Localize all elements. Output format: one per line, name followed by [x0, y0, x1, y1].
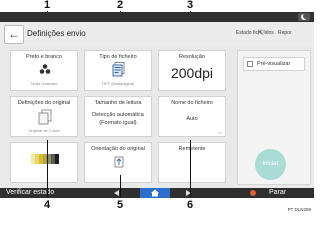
density-tile[interactable] [10, 142, 78, 183]
stop-icon[interactable] [250, 190, 256, 196]
home-button[interactable] [140, 188, 170, 198]
color-mode-tile[interactable]: Preto e branco Texto Desenho [10, 50, 78, 91]
scanned-files-status-link[interactable]: Estado fich. lidos [236, 30, 274, 36]
resolution-value: 200dpi [170, 65, 214, 81]
callout-1: 1 [44, 0, 51, 11]
resolution-label: Resolução [179, 54, 205, 60]
color-mode-sub: Texto Desenho [30, 81, 58, 86]
back-button[interactable]: ← [4, 25, 24, 44]
orientation-tile[interactable]: Orientação do original [84, 142, 152, 183]
file-type-label: Tipo de ficheiro [99, 54, 137, 60]
callout-6: 6 [187, 199, 194, 211]
energy-saver-moon-icon[interactable] [298, 13, 310, 21]
callout-6-line [190, 140, 191, 197]
file-name-tile[interactable]: Nome do ficheiro Auto ••• [158, 96, 226, 137]
original-settings-tile[interactable]: Definições do original Original de 1 fac… [10, 96, 78, 137]
screen-header: ← Definições envio Estado fich. lidos ⇱ … [0, 22, 314, 46]
page-title: Definições envio [27, 29, 86, 38]
original-pages-icon [38, 109, 52, 125]
file-name-value: Auto [186, 116, 198, 122]
back-arrow-icon: ← [8, 27, 20, 41]
top-system-bar [0, 12, 314, 22]
callout-5: 5 [117, 199, 124, 211]
sender-tile[interactable]: Remetente [158, 142, 226, 183]
more-dots-icon: ••• [217, 130, 222, 135]
callout-4: 4 [44, 199, 51, 211]
density-gradient-icon [31, 154, 59, 164]
home-icon [151, 189, 159, 197]
preview-checkbox[interactable] [247, 61, 253, 67]
file-document-icon [112, 62, 125, 77]
scan-size-label: Tamanho de leitura [94, 100, 142, 106]
color-mode-label: Preto e branco [25, 54, 63, 60]
file-name-label: Nome do ficheiro [171, 100, 213, 106]
black-dots-icon [39, 64, 51, 74]
prev-arrow-icon[interactable] [114, 190, 119, 196]
scan-size-tile[interactable]: Tamanho de leitura Detecção automática (… [84, 96, 152, 137]
original-settings-label: Definições do original [17, 100, 71, 106]
sender-label: Remetente [178, 146, 206, 152]
callout-2: 2 [117, 0, 124, 11]
settings-grid: Preto e branco Texto Desenho Tipo de fic… [10, 50, 226, 185]
start-button[interactable]: Iniciar [255, 149, 286, 180]
preview-label: Pré-visualizar [257, 61, 291, 67]
callout-3: 3 [187, 0, 194, 11]
preview-toggle[interactable]: Pré-visualizar [243, 57, 305, 71]
figure-code: PT DLN259 [287, 207, 311, 212]
callout-4-line [47, 140, 48, 197]
file-type-tile[interactable]: Tipo de ficheiro TIFF (Multipágina) [84, 50, 152, 91]
reset-button[interactable]: Repor [278, 30, 292, 36]
expand-collapse-icon[interactable]: ⇱ [258, 29, 264, 37]
stop-button[interactable]: Parar [269, 188, 286, 198]
resolution-tile[interactable]: Resolução 200dpi [158, 50, 226, 91]
orientation-page-icon [114, 156, 124, 168]
file-type-sub: TIFF (Multipágina) [101, 81, 135, 86]
original-settings-sub: Original de 1 face [28, 128, 60, 133]
side-panel: Pré-visualizar Iniciar [237, 50, 311, 185]
callout-5-line [120, 175, 121, 197]
scan-size-value: Detecção automática (Formato igual) [92, 112, 144, 126]
orientation-label: Orientação do original [91, 146, 145, 152]
